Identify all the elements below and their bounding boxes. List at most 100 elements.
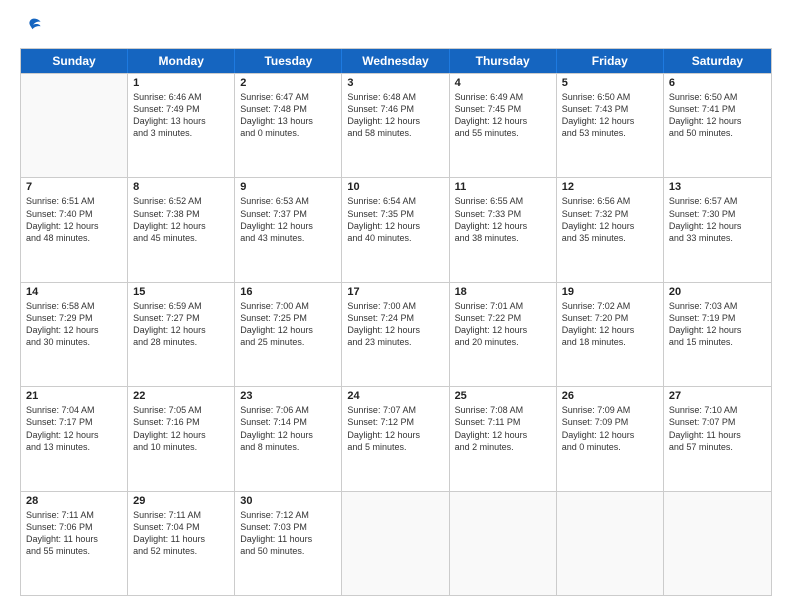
sunset-text: Sunset: 7:20 PM bbox=[562, 312, 658, 324]
day-number: 28 bbox=[26, 495, 122, 507]
sunset-text: Sunset: 7:11 PM bbox=[455, 416, 551, 428]
calendar-cell: 23 Sunrise: 7:06 AMSunset: 7:14 PMDayligh… bbox=[235, 387, 342, 490]
sunset-text: Sunset: 7:17 PM bbox=[26, 416, 122, 428]
calendar-cell: 18Sunrise: 7:01 AMSunset: 7:22 PMDayligh… bbox=[450, 283, 557, 386]
day-number: 21 bbox=[26, 390, 122, 402]
sunset-text: Sunset: 7:38 PM bbox=[133, 208, 229, 220]
sunset-text: Sunset: 7:09 PM bbox=[562, 416, 658, 428]
calendar-cell: 27Sunrise: 7:10 AMSunset: 7:07 PMDayligh… bbox=[664, 387, 771, 490]
day-number: 22 bbox=[133, 390, 229, 402]
daylight-text-line2: and 20 minutes. bbox=[455, 336, 551, 348]
sunrise-text: Sunrise: 7:12 AM bbox=[240, 509, 336, 521]
sunset-text: Sunset: 7:07 PM bbox=[669, 416, 766, 428]
daylight-text-line2: and 58 minutes. bbox=[347, 127, 443, 139]
sunrise-text: Sunrise: 7:03 AM bbox=[669, 300, 766, 312]
calendar-cell: 8Sunrise: 6:52 AMSunset: 7:38 PMDaylight… bbox=[128, 178, 235, 281]
day-number: 3 bbox=[347, 77, 443, 89]
sunset-text: Sunset: 7:40 PM bbox=[26, 208, 122, 220]
calendar-cell: 2Sunrise: 6:47 AMSunset: 7:48 PMDaylight… bbox=[235, 74, 342, 177]
calendar-cell: 28Sunrise: 7:11 AMSunset: 7:06 PMDayligh… bbox=[21, 492, 128, 595]
header-day-tuesday: Tuesday bbox=[235, 49, 342, 73]
daylight-text-line2: and 38 minutes. bbox=[455, 232, 551, 244]
sunrise-text: Sunrise: 7:09 AM bbox=[562, 404, 658, 416]
calendar-week-3: 14Sunrise: 6:58 AMSunset: 7:29 PMDayligh… bbox=[21, 282, 771, 386]
sunset-text: Sunset: 7:32 PM bbox=[562, 208, 658, 220]
daylight-text-line1: Daylight: 12 hours bbox=[669, 220, 766, 232]
day-number: 17 bbox=[347, 286, 443, 298]
sunrise-text: Sunrise: 7:06 AM bbox=[240, 404, 336, 416]
day-number: 8 bbox=[133, 181, 229, 193]
sunrise-text: Sunrise: 7:00 AM bbox=[347, 300, 443, 312]
sunrise-text: Sunrise: 7:05 AM bbox=[133, 404, 229, 416]
logo bbox=[20, 16, 46, 38]
calendar-cell bbox=[342, 492, 449, 595]
sunset-text: Sunset: 7:14 PM bbox=[240, 416, 336, 428]
sunset-text: Sunset: 7:27 PM bbox=[133, 312, 229, 324]
calendar-cell: 16Sunrise: 7:00 AMSunset: 7:25 PMDayligh… bbox=[235, 283, 342, 386]
daylight-text-line2: and 45 minutes. bbox=[133, 232, 229, 244]
sunrise-text: Sunrise: 6:53 AM bbox=[240, 195, 336, 207]
calendar-cell: 10Sunrise: 6:54 AMSunset: 7:35 PMDayligh… bbox=[342, 178, 449, 281]
daylight-text-line2: and 48 minutes. bbox=[26, 232, 122, 244]
sunset-text: Sunset: 7:49 PM bbox=[133, 103, 229, 115]
calendar-cell: 13Sunrise: 6:57 AMSunset: 7:30 PMDayligh… bbox=[664, 178, 771, 281]
calendar-cell: 3Sunrise: 6:48 AMSunset: 7:46 PMDaylight… bbox=[342, 74, 449, 177]
calendar-cell: 24Sunrise: 7:07 AMSunset: 7:12 PMDayligh… bbox=[342, 387, 449, 490]
daylight-text-line1: Daylight: 12 hours bbox=[240, 220, 336, 232]
calendar-cell: 15Sunrise: 6:59 AMSunset: 7:27 PMDayligh… bbox=[128, 283, 235, 386]
sunset-text: Sunset: 7:06 PM bbox=[26, 521, 122, 533]
daylight-text-line1: Daylight: 12 hours bbox=[347, 324, 443, 336]
sunset-text: Sunset: 7:43 PM bbox=[562, 103, 658, 115]
calendar-cell bbox=[557, 492, 664, 595]
daylight-text-line2: and 0 minutes. bbox=[240, 127, 336, 139]
daylight-text-line2: and 53 minutes. bbox=[562, 127, 658, 139]
daylight-text-line2: and 55 minutes. bbox=[26, 545, 122, 557]
daylight-text-line1: Daylight: 12 hours bbox=[240, 429, 336, 441]
sunset-text: Sunset: 7:03 PM bbox=[240, 521, 336, 533]
sunset-text: Sunset: 7:33 PM bbox=[455, 208, 551, 220]
daylight-text-line2: and 3 minutes. bbox=[133, 127, 229, 139]
day-number: 25 bbox=[455, 390, 551, 402]
daylight-text-line1: Daylight: 12 hours bbox=[669, 115, 766, 127]
daylight-text-line2: and 43 minutes. bbox=[240, 232, 336, 244]
sunrise-text: Sunrise: 6:54 AM bbox=[347, 195, 443, 207]
daylight-text-line2: and 5 minutes. bbox=[347, 441, 443, 453]
calendar-cell: 21Sunrise: 7:04 AMSunset: 7:17 PMDayligh… bbox=[21, 387, 128, 490]
sunset-text: Sunset: 7:37 PM bbox=[240, 208, 336, 220]
sunrise-text: Sunrise: 6:51 AM bbox=[26, 195, 122, 207]
daylight-text-line1: Daylight: 11 hours bbox=[240, 533, 336, 545]
sunrise-text: Sunrise: 7:01 AM bbox=[455, 300, 551, 312]
calendar-cell: 11Sunrise: 6:55 AMSunset: 7:33 PMDayligh… bbox=[450, 178, 557, 281]
day-number: 1 bbox=[133, 77, 229, 89]
day-number: 11 bbox=[455, 181, 551, 193]
daylight-text-line2: and 28 minutes. bbox=[133, 336, 229, 348]
calendar-week-2: 7 Sunrise: 6:51 AMSunset: 7:40 PM Daylight… bbox=[21, 177, 771, 281]
day-number: 20 bbox=[669, 286, 766, 298]
header-day-wednesday: Wednesday bbox=[342, 49, 449, 73]
sunrise-text: Sunrise: 6:47 AM bbox=[240, 91, 336, 103]
daylight-text-line2: and 23 minutes. bbox=[347, 336, 443, 348]
daylight-text-line1: Daylight: 12 hours bbox=[669, 324, 766, 336]
calendar-cell: 6Sunrise: 6:50 AMSunset: 7:41 PMDaylight… bbox=[664, 74, 771, 177]
calendar-cell: 9Sunrise: 6:53 AMSunset: 7:37 PMDaylight… bbox=[235, 178, 342, 281]
daylight-text-line2: and 13 minutes. bbox=[26, 441, 122, 453]
sunset-text: Sunset: 7:22 PM bbox=[455, 312, 551, 324]
daylight-text-line2: and 15 minutes. bbox=[669, 336, 766, 348]
sunrise-text: Sunrise: 6:48 AM bbox=[347, 91, 443, 103]
calendar-cell: 26Sunrise: 7:09 AMSunset: 7:09 PMDayligh… bbox=[557, 387, 664, 490]
calendar-week-5: 28Sunrise: 7:11 AMSunset: 7:06 PMDayligh… bbox=[21, 491, 771, 595]
calendar: SundayMondayTuesdayWednesdayThursdayFrid… bbox=[20, 48, 772, 596]
sunset-text: Sunset: 7:24 PM bbox=[347, 312, 443, 324]
sunrise-text: Sunrise: 7:07 AM bbox=[347, 404, 443, 416]
day-number: 7 bbox=[26, 181, 122, 193]
calendar-cell: 25Sunrise: 7:08 AMSunset: 7:11 PMDayligh… bbox=[450, 387, 557, 490]
day-number: 23 bbox=[240, 390, 336, 402]
sunrise-text: Sunrise: 6:52 AM bbox=[133, 195, 229, 207]
daylight-text-line1: Daylight: 13 hours bbox=[240, 115, 336, 127]
day-number: 27 bbox=[669, 390, 766, 402]
day-number: 4 bbox=[455, 77, 551, 89]
sunrise-text: Sunrise: 7:08 AM bbox=[455, 404, 551, 416]
calendar-cell: 29Sunrise: 7:11 AMSunset: 7:04 PMDayligh… bbox=[128, 492, 235, 595]
daylight-text-line2: and 57 minutes. bbox=[669, 441, 766, 453]
sunrise-text: Sunrise: 7:10 AM bbox=[669, 404, 766, 416]
